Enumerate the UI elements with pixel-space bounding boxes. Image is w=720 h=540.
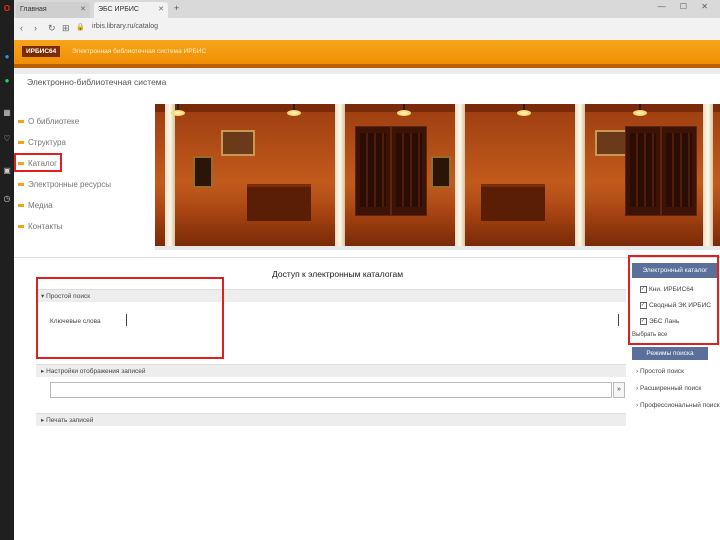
site-title: Электронно-библиотечная система [27, 77, 167, 87]
catalog-highlight-box [628, 255, 719, 345]
close-icon[interactable]: ✕ [80, 2, 86, 18]
history-icon[interactable]: ◷ [2, 194, 12, 204]
divider [14, 257, 720, 258]
window-controls[interactable]: — ☐ ✕ [658, 2, 714, 11]
search-input[interactable] [50, 382, 612, 398]
mode-label: Простой поиск [639, 368, 684, 375]
address-bar: ‹ › ↻ ⊞ 🔒 irbis.library.ru/catalog [14, 18, 720, 41]
reload-icon[interactable]: ↻ [48, 23, 56, 34]
simple-search-highlight-box [36, 277, 224, 359]
new-tab-button[interactable]: + [174, 3, 179, 13]
forward-icon[interactable]: › [34, 23, 37, 33]
tab-home[interactable]: Главная ✕ [16, 2, 90, 18]
site-banner: ИРБИС64 Электронная библиотечная система… [14, 40, 720, 68]
close-icon[interactable]: ✕ [158, 2, 164, 18]
bullet-icon [18, 120, 24, 124]
mode-simple-link[interactable]: › Простой поиск [636, 368, 684, 375]
triangle-right-icon: ▸ [41, 417, 45, 424]
tab-strip: Главная ✕ ЭБС ИРБИС ✕ + — ☐ ✕ [14, 0, 720, 18]
menu-item-structure[interactable]: Структура [18, 138, 66, 147]
mode-label: Профессиональный поиск [639, 402, 720, 409]
menu-item-label: О библиотеке [28, 117, 80, 126]
bullet-icon [18, 225, 24, 229]
section-label: Печать записей [46, 417, 94, 424]
triangle-right-icon: ▸ [41, 368, 45, 375]
mode-extended-link[interactable]: › Расширенный поиск [636, 385, 701, 392]
menu-item-label: Электронные ресурсы [28, 180, 112, 189]
whatsapp-icon[interactable]: ● [2, 76, 12, 86]
menu-item-contacts[interactable]: Контакты [18, 222, 63, 231]
tab-label: Главная [20, 6, 47, 13]
bullet-icon [18, 141, 24, 145]
divider [14, 68, 720, 74]
mode-label: Расширенный поиск [639, 385, 702, 392]
print-records-toggle[interactable]: ▸ Печать записей [36, 413, 626, 426]
back-icon[interactable]: ‹ [20, 23, 23, 33]
feed-icon[interactable]: ▦ [2, 108, 12, 118]
bullet-icon [18, 183, 24, 187]
bullet-icon [18, 204, 24, 208]
banner-text: Электронная библиотечная система ИРБИС [72, 48, 207, 55]
display-settings-toggle[interactable]: ▸ Настройки отображения записей [36, 364, 626, 377]
search-modes-header: Режимы поиска [632, 347, 708, 360]
library-banner-image [155, 104, 720, 246]
input-edge [618, 314, 619, 326]
mode-professional-link[interactable]: › Профессиональный поиск [636, 402, 720, 409]
grid-icon[interactable]: ⊞ [62, 23, 70, 34]
box-icon[interactable]: ▣ [2, 166, 12, 176]
page-title: Доступ к электронным каталогам [272, 269, 404, 279]
menu-item-about[interactable]: О библиотеке [18, 117, 79, 126]
site-logo[interactable]: ИРБИС64 [22, 46, 61, 57]
opera-icon[interactable]: O [2, 4, 12, 14]
menu-item-eresources[interactable]: Электронные ресурсы [18, 180, 111, 189]
menu-item-media[interactable]: Медиа [18, 201, 53, 210]
menu-highlight-box [14, 153, 62, 172]
section-label: Настройки отображения записей [46, 368, 146, 375]
menu-item-label: Контакты [28, 222, 63, 231]
messenger-icon[interactable]: ● [2, 52, 12, 62]
search-button[interactable]: » [613, 382, 625, 398]
menu-item-label: Медиа [28, 201, 53, 210]
tab-label: ЭБС ИРБИС [98, 6, 139, 13]
divider [155, 246, 720, 250]
browser-sidebar: O ● ● ▦ ♡ ▣ ◷ [0, 0, 14, 540]
url-field[interactable]: irbis.library.ru/catalog [92, 23, 158, 30]
menu-item-label: Структура [28, 138, 66, 147]
tab-ebs[interactable]: ЭБС ИРБИС ✕ [94, 2, 168, 18]
lock-icon: 🔒 [76, 24, 85, 31]
heart-icon[interactable]: ♡ [2, 134, 12, 144]
